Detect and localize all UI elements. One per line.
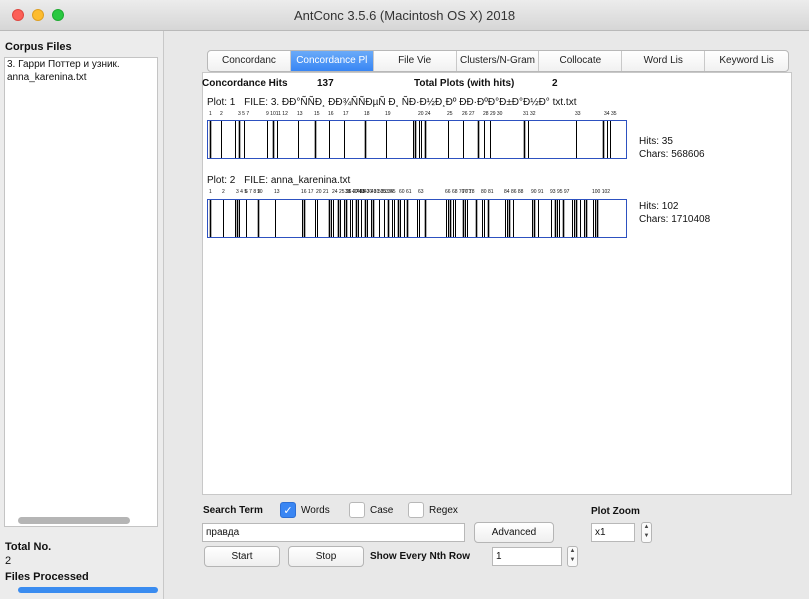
concordance-hits-value: 137	[317, 78, 334, 89]
hit-number-label: 60 61	[399, 189, 412, 195]
plot-2-header: Plot: 2 FILE: anna_karenina.txt	[207, 175, 350, 186]
plot-2-label: Plot: 2	[207, 175, 236, 186]
hit-number-label: 33	[575, 111, 581, 117]
corpus-files-header: Corpus Files	[5, 41, 72, 53]
total-plots-label: Total Plots (with hits)	[414, 78, 515, 89]
plot-2-box[interactable]	[207, 199, 627, 238]
plot-zoom-field[interactable]: x1	[591, 523, 635, 542]
hit-number-label: 25	[447, 111, 453, 117]
corpus-file-list[interactable]: 3. Гарри Поттер и узник. anna_karenina.t…	[4, 57, 158, 527]
hit-number-label: 3 5 7	[238, 111, 250, 117]
tab-keyword-list[interactable]: Keyword Lis	[705, 51, 788, 71]
case-checkbox[interactable]: Case	[349, 502, 393, 518]
files-processed-label: Files Processed	[5, 571, 89, 583]
main-area: Concordanc Concordance Pl File Vie Clust…	[170, 42, 800, 592]
hit-number-label: 19	[385, 111, 391, 117]
tab-word-list[interactable]: Word Lis	[622, 51, 706, 71]
hit-number-label: 100 102	[592, 189, 611, 195]
hit-number-label: 1	[209, 111, 212, 117]
regex-checkbox[interactable]: Regex	[408, 502, 458, 518]
plot-1-chars: Chars: 568606	[639, 149, 705, 160]
corpus-file-item[interactable]: 3. Гарри Поттер и узник.	[5, 58, 157, 71]
search-term-label: Search Term	[203, 505, 263, 516]
hit-number-label: 1	[209, 189, 212, 195]
nth-row-stepper[interactable]: ▲ ▼	[567, 546, 578, 567]
file-list-scrollbar[interactable]	[18, 517, 130, 524]
hit-number-label: 80 81	[481, 189, 494, 195]
hit-number-label: 28 29 30	[483, 111, 503, 117]
words-check-icon[interactable]: ✓	[280, 502, 296, 518]
nth-row-input[interactable]: 1	[492, 547, 562, 566]
hit-number-label: 9 1011 12	[266, 111, 288, 117]
plot-1-file: FILE: 3. ÐÐ°ÑÑÐ¸ ÐÐ¾ÑÑÐµÑ Ð¸ ÑÐ·Ð½Ð¸Ðº Ð…	[244, 97, 577, 108]
tab-collocates[interactable]: Collocate	[539, 51, 623, 71]
case-check-box[interactable]	[349, 502, 365, 518]
corpus-sidebar: Corpus Files 3. Гарри Поттер и узник. an…	[0, 31, 164, 599]
title-bar: AntConc 3.5.6 (Macintosh OS X) 2018	[0, 0, 809, 31]
plot-2-hit-lines	[209, 200, 599, 237]
concordance-hits-label: Concordance Hits	[202, 78, 288, 89]
total-files-value: 2	[5, 555, 12, 567]
hit-number-label: 16 17	[301, 189, 314, 195]
stop-button[interactable]: Stop	[288, 546, 364, 567]
hit-number-label: 2	[222, 189, 225, 195]
regex-label: Regex	[429, 504, 458, 516]
search-controls: Search Term ✓ Words Case Regex Plot Zoom…	[202, 498, 792, 588]
hit-number-label: 63	[418, 189, 424, 195]
words-label: Words	[301, 504, 330, 516]
total-files-label: Total No.	[5, 541, 52, 553]
hit-number-label: 31 32	[523, 111, 536, 117]
hit-number-label: 53 55	[383, 189, 396, 195]
plot-2-file: FILE: anna_karenina.txt	[244, 175, 351, 186]
hit-number-label: 20 21	[316, 189, 329, 195]
start-button[interactable]: Start	[204, 546, 280, 567]
hit-number-label: 84 86 88	[504, 189, 524, 195]
plot-2-ticks: 123 4 56 7 8 9 10 13 16 17 20 21 24 25 26 27 …	[207, 189, 637, 199]
tab-concordance[interactable]: Concordanc	[208, 51, 291, 71]
regex-check-box[interactable]	[408, 502, 424, 518]
plot-zoom-stepper[interactable]: ▲ ▼	[641, 522, 652, 543]
plot-1-header: Plot: 1 FILE: 3. ÐÐ°ÑÑÐ¸ ÐÐ¾ÑÑÐµÑ Ð¸ ÑÐ·…	[207, 97, 576, 108]
hit-number-label: 26 27	[462, 111, 475, 117]
hit-number-label: 34 35	[604, 111, 617, 117]
tab-file-view[interactable]: File Vie	[374, 51, 457, 71]
corpus-file-item[interactable]: anna_karenina.txt	[5, 71, 157, 84]
advanced-button[interactable]: Advanced	[474, 522, 554, 543]
files-processed-progress	[18, 587, 158, 593]
plot-stats: Concordance Hits 137 Total Plots (with h…	[202, 78, 792, 94]
hit-number-label: 45 47 49 50	[357, 189, 384, 195]
plot-1-box[interactable]	[207, 120, 627, 159]
progress-fill	[18, 587, 158, 593]
hit-number-label: 2	[220, 111, 223, 117]
case-label: Case	[370, 504, 394, 516]
plot-zoom-label: Plot Zoom	[591, 506, 640, 517]
hit-number-label: 18	[364, 111, 370, 117]
plot-2-info: Hits: 102 Chars: 1710408	[639, 200, 710, 226]
plot-2-chars: Chars: 1710408	[639, 214, 711, 225]
hit-number-label: 76 78	[462, 189, 475, 195]
words-checkbox[interactable]: ✓ Words	[280, 502, 330, 518]
tab-clusters-ngrams[interactable]: Clusters/N-Gram	[457, 51, 540, 71]
tab-concordance-plot[interactable]: Concordance Pl	[290, 51, 374, 71]
search-term-input[interactable]: правда	[202, 523, 465, 542]
plot-2-hits: Hits: 102	[639, 201, 679, 212]
hit-number-label: 13	[297, 111, 303, 117]
hit-number-label: 13	[274, 189, 280, 195]
tool-tabs: Concordanc Concordance Pl File Vie Clust…	[207, 50, 789, 72]
hit-number-label: 20 24	[418, 111, 431, 117]
hit-number-label: 16	[328, 111, 334, 117]
plot-1-label: Plot: 1	[207, 97, 236, 108]
hit-number-label: 17	[343, 111, 349, 117]
hit-number-label: 10	[257, 189, 263, 195]
plot-1-hits: Hits: 35	[639, 136, 673, 147]
nth-row-label: Show Every Nth Row	[370, 551, 471, 562]
hit-number-label: 90 91	[531, 189, 544, 195]
hit-number-label: 93 95 97	[550, 189, 570, 195]
plot-1-hit-lines	[209, 121, 611, 158]
hit-number-label: 15	[314, 111, 320, 117]
window-title: AntConc 3.5.6 (Macintosh OS X) 2018	[293, 8, 516, 23]
total-plots-value: 2	[552, 78, 558, 89]
plot-1-info: Hits: 35 Chars: 568606	[639, 135, 705, 161]
